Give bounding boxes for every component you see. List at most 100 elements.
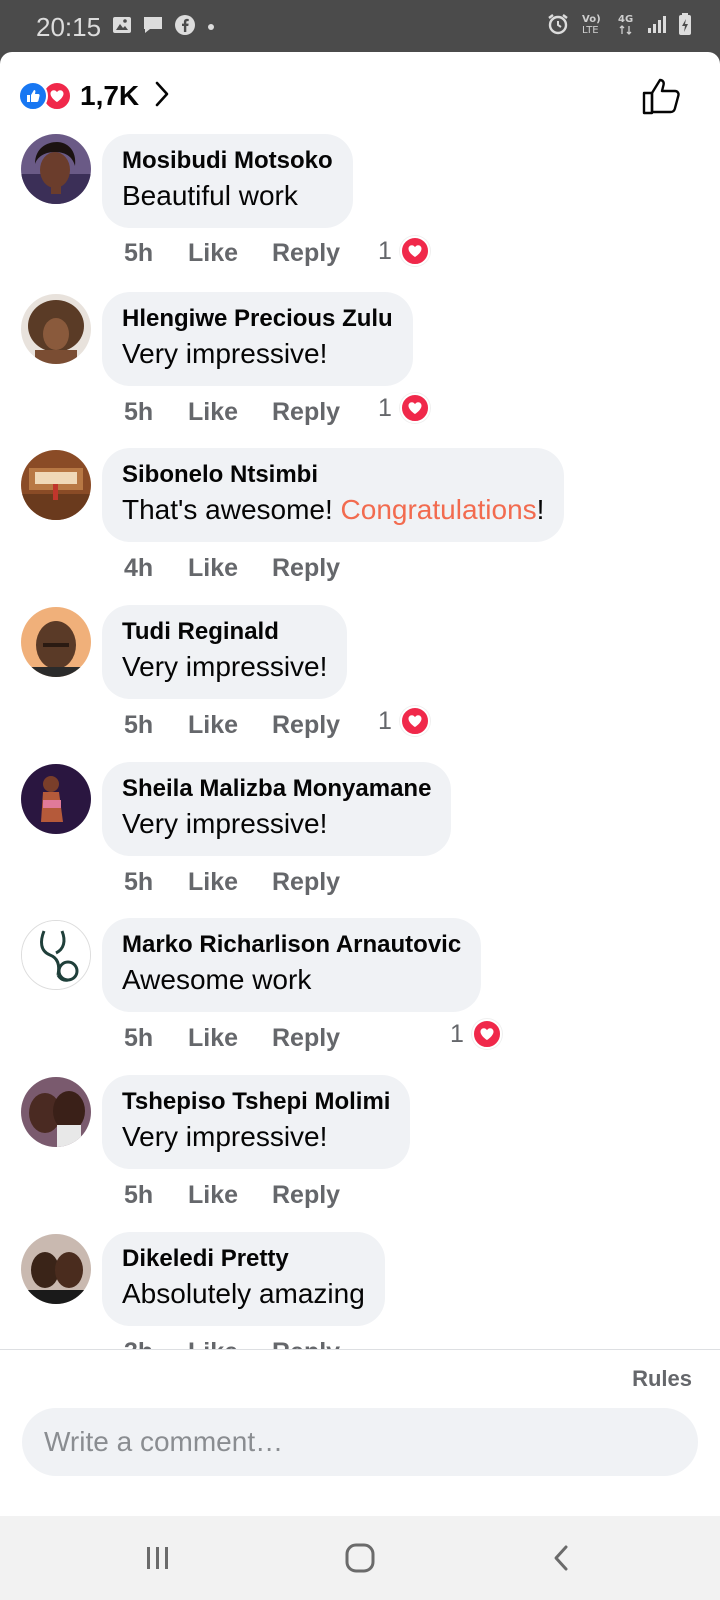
comment-text: That's awesome! Congratulations! (122, 492, 544, 528)
like-page-button[interactable] (640, 74, 684, 118)
reply-button[interactable]: Reply (272, 398, 340, 427)
comment-time: 4h (124, 553, 154, 582)
network-4g-icon: 4G (616, 12, 636, 41)
comment-text: Very impressive! (122, 338, 328, 369)
recents-icon (147, 1547, 168, 1569)
comment-actions: 5h Like Reply (124, 865, 340, 899)
comment-composer: Rules (0, 1349, 720, 1516)
comment-reactions[interactable]: 1 (378, 393, 430, 423)
avatar[interactable] (21, 1077, 91, 1147)
comment-bubble[interactable]: Tshepiso Tshepi Molimi Very impressive! (102, 1075, 411, 1169)
like-button[interactable]: Like (188, 239, 272, 268)
comment-time: 5h (124, 238, 154, 267)
reply-button[interactable]: Reply (272, 554, 340, 583)
comment-author[interactable]: Tudi Reginald (122, 617, 327, 647)
like-button[interactable]: Like (188, 1181, 272, 1210)
love-reaction-icon (399, 236, 430, 266)
battery-icon (678, 12, 692, 41)
comment-bubble[interactable]: Sibonelo Ntsimbi That's awesome! Congrat… (102, 448, 565, 542)
reply-button[interactable]: Reply (272, 868, 340, 897)
reaction-count: 1 (378, 393, 392, 422)
comment-text-part: ! (536, 494, 545, 525)
comment-text: Very impressive! (122, 651, 328, 682)
dot-icon (206, 19, 216, 37)
reaction-count: 1 (378, 706, 392, 735)
comment-reactions[interactable]: 1 (378, 706, 430, 736)
comment-author[interactable]: Hlengiwe Precious Zulu (122, 304, 393, 334)
avatar[interactable] (21, 607, 91, 677)
svg-text:LTE: LTE (582, 25, 599, 36)
avatar[interactable] (21, 134, 91, 204)
comment-time: 5h (124, 1023, 154, 1052)
comment-reactions[interactable]: 1 (450, 1019, 502, 1049)
comment-bubble[interactable]: Sheila Malizba Monyamane Very impressive… (102, 762, 452, 856)
reaction-count: 1,7K (80, 80, 140, 111)
comment-text: Very impressive! (122, 808, 328, 839)
reply-button[interactable]: Reply (272, 1181, 340, 1210)
rules-link[interactable]: Rules (632, 1366, 692, 1392)
comment-bubble[interactable]: Hlengiwe Precious Zulu Very impressive! (102, 292, 413, 386)
comment-actions: 5h Like Reply (124, 1021, 340, 1055)
comment-reactions[interactable]: 1 (378, 236, 430, 266)
comment-time: 5h (124, 710, 154, 739)
recents-button[interactable] (136, 1538, 180, 1578)
comment-author[interactable]: Tshepiso Tshepi Molimi (122, 1087, 390, 1117)
comment-actions: 4h Like Reply (124, 551, 340, 585)
back-button[interactable] (540, 1538, 584, 1578)
comment-author[interactable]: Sheila Malizba Monyamane (122, 774, 431, 804)
comments-sheet: 1,7K Mosibudi Motsoko Beautiful work 5h … (0, 52, 720, 1516)
highlighted-word[interactable]: Congratulations (341, 494, 537, 525)
avatar[interactable] (21, 920, 91, 990)
like-button[interactable]: Like (188, 1024, 272, 1053)
facebook-icon (174, 14, 196, 41)
reply-button[interactable]: Reply (272, 711, 340, 740)
comment-actions: 5h Like Reply (124, 708, 340, 742)
comment-author[interactable]: Marko Richarlison Arnautovic (122, 930, 461, 960)
comment-bubble[interactable]: Mosibudi Motsoko Beautiful work (102, 134, 353, 228)
status-bar: 20:15 Vo) LTE 4G (0, 0, 720, 52)
status-right-icons: Vo) LTE 4G (546, 12, 692, 41)
like-button[interactable]: Like (188, 711, 272, 740)
comment-text: Beautiful work (122, 180, 298, 211)
reaction-count: 1 (450, 1019, 464, 1048)
like-button[interactable]: Like (188, 868, 272, 897)
comment-actions: 5h Like Reply (124, 395, 340, 429)
comment-text-part: That's awesome! (122, 494, 341, 525)
reactions-summary[interactable]: 1,7K (18, 76, 171, 116)
comment-bubble[interactable]: Marko Richarlison Arnautovic Awesome wor… (102, 918, 482, 1012)
alarm-icon (546, 12, 570, 41)
home-icon (345, 1543, 375, 1573)
comment-input[interactable] (22, 1408, 698, 1476)
comment-text: Awesome work (122, 964, 312, 995)
reply-button[interactable]: Reply (272, 239, 340, 268)
thumbs-up-icon (642, 78, 680, 115)
comment-text: Absolutely amazing (122, 1278, 365, 1309)
image-icon (112, 15, 132, 40)
like-button[interactable]: Like (188, 554, 272, 583)
svg-text:4G: 4G (618, 14, 633, 25)
comment-author[interactable]: Mosibudi Motsoko (122, 146, 333, 176)
avatar[interactable] (21, 1234, 91, 1304)
comment-bubble[interactable]: Dikeledi Pretty Absolutely amazing (102, 1232, 385, 1326)
comment-time: 5h (124, 867, 154, 896)
avatar[interactable] (21, 764, 91, 834)
home-button[interactable] (338, 1538, 382, 1578)
comment-actions: 5h Like Reply (124, 236, 340, 270)
reaction-count: 1 (378, 236, 392, 265)
comment-author[interactable]: Sibonelo Ntsimbi (122, 460, 544, 490)
comment-author[interactable]: Dikeledi Pretty (122, 1244, 365, 1274)
like-reaction-icon (18, 81, 48, 111)
comment-bubble[interactable]: Tudi Reginald Very impressive! (102, 605, 348, 699)
like-button[interactable]: Like (188, 398, 272, 427)
avatar[interactable] (21, 450, 91, 520)
svg-text:Vo): Vo) (582, 14, 601, 25)
signal-icon (646, 13, 668, 40)
comment-time: 5h (124, 1180, 154, 1209)
chevron-right-icon[interactable] (153, 80, 171, 113)
back-icon (554, 1545, 568, 1571)
love-reaction-icon (399, 393, 430, 423)
avatar[interactable] (21, 294, 91, 364)
chat-icon (142, 15, 164, 40)
reply-button[interactable]: Reply (272, 1024, 340, 1053)
love-reaction-icon (399, 706, 430, 736)
